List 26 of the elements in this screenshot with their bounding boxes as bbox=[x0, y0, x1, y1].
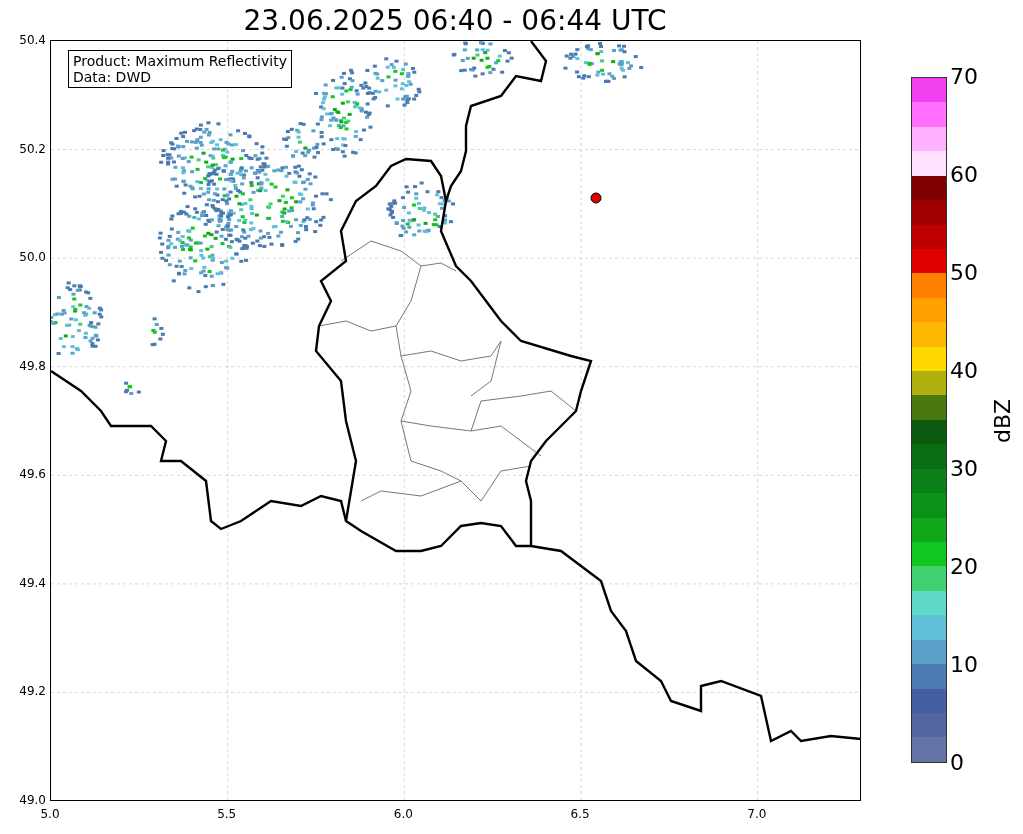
colorbar-tick-label: 0 bbox=[950, 749, 965, 777]
axis-tick-label: 50.4 bbox=[19, 32, 46, 49]
colorbar-tick-label: 50 bbox=[950, 259, 978, 287]
colorbar-tick-label: 40 bbox=[950, 357, 978, 385]
location-marker bbox=[590, 192, 602, 204]
colorbar-tick-label: 30 bbox=[950, 455, 978, 483]
axis-tick-label: 49.8 bbox=[19, 357, 46, 375]
colorbar-tick-label: 70 bbox=[950, 63, 978, 91]
legend-text: Data: DWD bbox=[73, 69, 152, 85]
axis-tick-label: 49.4 bbox=[19, 574, 46, 592]
colorbar-tick-label: 60 bbox=[950, 161, 978, 189]
axis-tick-label: 7.0 bbox=[746, 806, 768, 822]
colorbar-label: dBZ bbox=[989, 397, 1016, 446]
legend-text: Product: Maximum Reflectivity bbox=[73, 53, 287, 69]
axis-tick-label: 5.5 bbox=[216, 806, 238, 822]
axis-tick-label: 5.0 bbox=[39, 806, 61, 822]
axis-tick-label: 49.2 bbox=[19, 683, 46, 701]
chart-title: 23.06.2025 06:40 - 06:44 UTC bbox=[242, 3, 668, 39]
axis-tick-label: 50.2 bbox=[19, 140, 46, 158]
axis-tick-label: 50.0 bbox=[19, 249, 46, 267]
colorbar-tick-label: 20 bbox=[950, 553, 978, 581]
colorbar-tick-label: 10 bbox=[950, 651, 978, 679]
axis-tick-label: 6.0 bbox=[392, 806, 414, 822]
axis-tick-label: 49.0 bbox=[19, 791, 46, 809]
axis-tick-label: 6.5 bbox=[569, 806, 591, 822]
axis-tick-label: 49.6 bbox=[19, 466, 46, 484]
